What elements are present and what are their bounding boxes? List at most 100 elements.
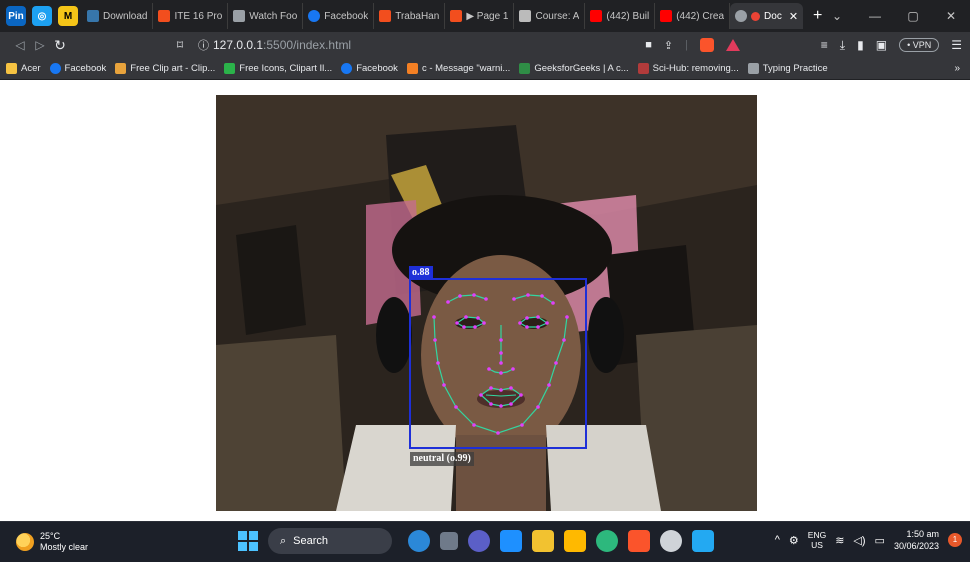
menu-icon[interactable]: ☰ [951,38,962,52]
address-bar[interactable]: ⌑ ⓘ 127.0.0.1:5500/index.html ■ ⇪ | [170,34,740,56]
tray-app-icon[interactable]: ⚙ [789,534,799,547]
pinned-tab-pin-icon[interactable]: Pin [6,6,26,26]
tab-6[interactable]: Course: A [514,3,586,29]
tab-4[interactable]: TrabaHan [374,3,446,29]
url-text[interactable]: 127.0.0.1:5500/index.html [213,38,351,52]
brave-icon[interactable] [628,530,650,552]
tab-favicon [379,10,392,22]
share-icon[interactable]: ⇪ [664,39,673,52]
file-explorer-icon[interactable] [532,530,554,552]
maximize-button[interactable]: ▢ [894,9,932,23]
recording-icon [751,11,761,21]
tab-search-icon[interactable]: ⌄ [818,9,856,23]
forward-icon[interactable]: ▷ [30,38,50,52]
tab-2[interactable]: Watch Foo [228,3,304,29]
tab-favicon [158,10,171,22]
language-indicator[interactable]: ENG US [808,530,826,550]
pinned-tabs: Pin ◎ M [6,6,78,26]
pinned-tab-app-icon[interactable]: ◎ [32,6,52,26]
system-tray: ^ ⚙ ENG US ≋ ◁) ▭ 1:50 am 30/06/2023 1 [775,528,962,552]
bookmark-item[interactable]: Free Icons, Clipart Il... [224,63,332,74]
brave-rewards-icon[interactable] [726,39,740,51]
chevron-up-icon[interactable]: ^ [775,534,780,546]
weather-text: 25°C Mostly clear [40,531,88,553]
minimize-button[interactable]: — [856,9,894,23]
tab-7[interactable]: (442) Buil [585,3,656,29]
tab-favicon [519,10,532,22]
tab-0[interactable]: Download [82,3,154,29]
icons-site-icon [224,63,236,74]
taskbar-apps: ⌕ Search [238,528,714,554]
tab-favicon [233,10,246,22]
volume-icon[interactable]: ◁) [853,534,865,547]
tab-favicon [87,10,99,22]
webcam-video: o.88 neutral (o.99) [216,95,757,511]
camera-icon[interactable]: ■ [645,39,652,51]
bookmark-item[interactable]: Sci-Hub: removing... [637,63,739,74]
tab-1[interactable]: ITE 16 Pro [153,3,229,29]
playlist-icon[interactable]: ≡ [821,38,828,52]
tab-active[interactable]: Doc ✕ [730,3,804,29]
tab-favicon [308,10,321,22]
bookmark-item[interactable]: Typing Practice [747,63,828,74]
widgets-icon[interactable] [408,530,430,552]
folder-icon [6,63,17,74]
site-info-icon[interactable]: ⓘ [198,37,209,53]
browser-tabstrip: Pin ◎ M Download ITE 16 Pro Watch Foo Fa… [0,0,970,32]
back-icon[interactable]: ◁ [10,38,30,52]
wifi-icon[interactable]: ≋ [835,534,844,547]
close-window-button[interactable]: ✕ [932,9,970,23]
close-tab-icon[interactable]: ✕ [789,10,798,23]
sidebar-icon[interactable]: ▮ [857,38,864,52]
browser-toolbar: ◁ ▷ ↻ ⌑ ⓘ 127.0.0.1:5500/index.html ■ ⇪ … [0,32,970,58]
battery-icon[interactable]: ▭ [875,534,885,547]
windows-start-icon[interactable] [238,531,258,551]
facebook-icon [49,63,61,74]
window-controls: ⌄ — ▢ ✕ [818,0,970,32]
sticky-notes-icon[interactable] [564,530,586,552]
bookmark-item[interactable]: Acer [6,63,41,74]
weather-condition: Mostly clear [40,542,89,552]
wallet-icon[interactable]: ▣ [876,38,887,52]
bookmark-icon[interactable]: ⌑ [170,38,190,52]
brave-shields-icon[interactable] [700,38,714,52]
bookmark-item[interactable]: GeeksforGeeks | A c... [519,63,629,74]
more-bookmarks-icon[interactable]: » [954,63,960,74]
youtube-icon [660,10,673,22]
bookmark-item[interactable]: Free Clip art - Clip... [115,63,215,74]
taskbar: 25°C Mostly clear ⌕ Search ^ ⚙ ENG US ≋ … [0,521,970,562]
bookmarks-bar: Acer Facebook Free Clip art - Clip... Fr… [0,58,970,80]
tab-5[interactable]: ▶ Page 1 [445,3,515,29]
detection-score-label: o.88 [409,266,433,279]
weather-widget[interactable]: 25°C Mostly clear [16,531,88,553]
temperature: 25°C [40,531,61,541]
tab-3[interactable]: Facebook [303,3,375,29]
expression-label: neutral (o.99) [410,452,474,466]
omnibox-actions: ■ ⇪ | [645,38,740,52]
toolbar-actions: ≡ ⤓ ▮ ▣ • VPN ☰ [821,38,962,53]
pinned-tab-bookmark-icon[interactable]: M [58,6,78,26]
teams-chat-icon[interactable] [468,530,490,552]
globe-icon [735,10,748,22]
edge-icon[interactable] [596,530,618,552]
bookmark-item[interactable]: Facebook [341,63,398,74]
clipart-icon [115,63,127,74]
mail-icon[interactable] [500,530,522,552]
vpn-button[interactable]: • VPN [899,38,940,52]
app-icon[interactable] [660,530,682,552]
download-icon[interactable]: ⤓ [840,38,845,53]
taskbar-search[interactable]: ⌕ Search [268,528,392,554]
notification-badge[interactable]: 1 [948,533,962,547]
tab-8[interactable]: (442) Crea [655,3,731,29]
scihub-icon [637,63,649,74]
reload-icon[interactable]: ↻ [50,37,70,54]
clock[interactable]: 1:50 am 30/06/2023 [894,528,939,552]
moon-cloud-icon [16,533,34,551]
vscode-icon[interactable] [692,530,714,552]
geeksforgeeks-icon [519,63,531,74]
task-view-icon[interactable] [440,532,458,550]
typing-icon [747,63,759,74]
bookmark-item[interactable]: c - Message "warni... [406,63,510,74]
tab-favicon [450,10,463,22]
bookmark-item[interactable]: Facebook [49,63,106,74]
